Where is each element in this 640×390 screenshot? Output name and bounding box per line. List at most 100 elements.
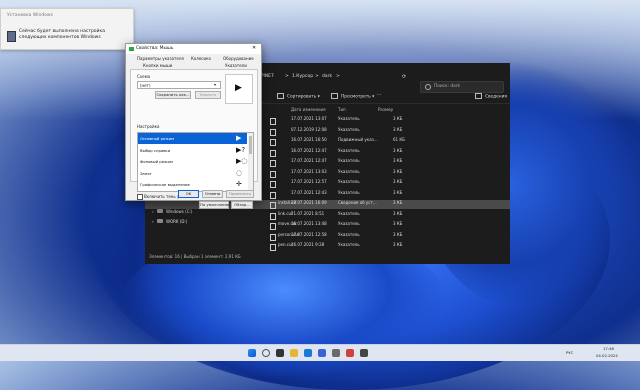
store-icon[interactable] bbox=[318, 349, 326, 357]
file-date: 21.07.2021 8:51 bbox=[291, 210, 325, 216]
file-type: Указатель bbox=[338, 231, 360, 237]
file-type: Указатель bbox=[338, 189, 360, 195]
column-type[interactable]: Тип bbox=[338, 107, 346, 112]
file-size: 3 КБ bbox=[393, 179, 403, 184]
scheme-label: Схема bbox=[137, 74, 151, 79]
file-row[interactable]: person.cur 17.07.2021 12:58 Указатель 3 КБ bbox=[145, 232, 510, 241]
details-icon bbox=[475, 93, 482, 99]
pointer-list[interactable]: Основной режим ▶ Выбор справки ▶? Фоновый ре… bbox=[137, 132, 254, 192]
cursor-preview-icon: ◌ bbox=[236, 168, 243, 177]
breadcrumb-item[interactable]: dark bbox=[322, 74, 332, 79]
language-indicator[interactable]: РУС bbox=[566, 350, 573, 355]
file-icon bbox=[270, 149, 276, 157]
cursor-preview-icon: ▶? bbox=[236, 145, 246, 154]
file-type: Указатель bbox=[338, 242, 360, 247]
file-date: 07.12.2019 12:08 bbox=[291, 126, 327, 132]
column-size[interactable]: Размер bbox=[378, 107, 393, 112]
file-row[interactable]: pen.cur 16.07.2021 9:28 Указатель 3 КБ bbox=[145, 242, 510, 251]
file-date: 16.07.2021 16:50 bbox=[291, 137, 327, 142]
view-icon bbox=[331, 93, 338, 99]
sort-icon bbox=[277, 93, 284, 99]
search-icon[interactable] bbox=[262, 349, 270, 357]
scrollbar-thumb[interactable] bbox=[249, 136, 252, 154]
file-size: 3 КБ bbox=[393, 158, 403, 163]
cursor-preview-icon: ▶ bbox=[236, 134, 242, 142]
view-button[interactable]: Просмотреть ▾ bbox=[331, 93, 374, 100]
settings-label: Настройка bbox=[137, 124, 160, 129]
mouse-icon bbox=[129, 47, 134, 51]
pointer-list-item[interactable]: Основной режим ▶ bbox=[138, 133, 247, 144]
file-size: 3 КБ bbox=[393, 168, 403, 174]
file-icon bbox=[270, 223, 276, 230]
notification-title: Установка Windows bbox=[7, 13, 53, 18]
save-as-button[interactable]: Сохранить как... bbox=[155, 91, 191, 99]
sort-button[interactable]: Сортировать ▾ bbox=[277, 93, 320, 100]
file-date: 17.07.2021 13:07 bbox=[291, 116, 327, 121]
scheme-select[interactable]: (нет) ▾ bbox=[137, 81, 221, 89]
pointer-preview: ▶ bbox=[225, 74, 253, 104]
breadcrumb-separator: > bbox=[315, 74, 319, 79]
pointer-role-label: Фоновый режим bbox=[140, 159, 173, 164]
app-icon[interactable] bbox=[360, 349, 368, 357]
file-date: 17.07.2021 13:03 bbox=[291, 168, 327, 174]
start-icon[interactable] bbox=[248, 349, 256, 357]
dialog-titlebar: Свойства: Мышь ✕ bbox=[126, 44, 261, 54]
file-icon bbox=[270, 212, 276, 220]
more-options-icon[interactable]: ··· bbox=[377, 93, 381, 98]
setup-notification: Установка Windows Сейчас будет выполнена… bbox=[0, 8, 134, 50]
cancel-button[interactable]: Отмена bbox=[202, 190, 223, 198]
browse-button[interactable]: Обзор... bbox=[231, 201, 253, 209]
file-date: 16.07.2021 9:28 bbox=[291, 242, 325, 247]
apply-button[interactable]: Применить bbox=[226, 190, 254, 198]
file-icon bbox=[270, 118, 276, 125]
details-pane-button[interactable]: Сведения bbox=[475, 93, 507, 100]
pointer-list-item[interactable]: Занят ◌ bbox=[138, 168, 247, 179]
settings-icon[interactable] bbox=[332, 349, 340, 357]
file-type: Указатель bbox=[338, 210, 360, 216]
file-date: 17.07.2021 12:57 bbox=[291, 179, 327, 184]
delete-button[interactable]: Удалить bbox=[195, 91, 221, 99]
breadcrumb-item[interactable]: 1.Курсор bbox=[292, 74, 313, 79]
tab-pointers[interactable]: Указатели bbox=[225, 63, 247, 68]
file-type: Указатель bbox=[338, 168, 360, 174]
file-size: 3 КБ bbox=[393, 231, 403, 237]
shadow-checkbox[interactable] bbox=[137, 194, 143, 200]
app-icon[interactable] bbox=[346, 349, 354, 357]
tab-wheel[interactable]: Колесико bbox=[191, 56, 211, 61]
file-explorer-icon[interactable] bbox=[290, 349, 298, 357]
pointer-role-label: Основной режим bbox=[140, 136, 175, 141]
file-icon bbox=[270, 170, 276, 178]
task-view-icon[interactable] bbox=[276, 349, 284, 357]
pointer-role-label: Занят bbox=[140, 170, 152, 176]
file-type: Подвижный указ... bbox=[338, 137, 378, 142]
pointers-tab-panel: Схема (нет) ▾ Сохранить как... Удалить ▶ … bbox=[130, 69, 258, 209]
pointer-list-item[interactable]: Графическое выделение ✛ bbox=[138, 179, 247, 190]
file-size: 3 КБ bbox=[393, 147, 403, 153]
ok-button[interactable]: OK bbox=[178, 190, 199, 198]
cursor-preview-icon: ▶◌ bbox=[236, 157, 248, 165]
refresh-icon[interactable]: ⟳ bbox=[402, 74, 406, 80]
tab-buttons[interactable]: Кнопки мыши bbox=[143, 63, 172, 68]
clock-time[interactable]: 17:46 bbox=[603, 346, 614, 351]
status-bar: Элементов: 16 | Выбран 1 элемент: 2,91 К… bbox=[149, 254, 241, 259]
file-row[interactable]: link.cur 21.07.2021 8:51 Указатель 3 КБ bbox=[145, 211, 510, 220]
default-button[interactable]: По умолчанию bbox=[199, 201, 229, 209]
pointer-list-item[interactable]: Фоновый режим ▶◌ bbox=[138, 156, 248, 167]
file-date: 16.07.2021 13:48 bbox=[291, 221, 327, 226]
file-type: Указатель bbox=[338, 116, 360, 121]
pointer-list-item[interactable]: Выбор справки ▶? bbox=[138, 145, 247, 156]
breadcrumb-separator: > bbox=[336, 74, 340, 79]
clock-date[interactable]: 04.02.2024 bbox=[596, 353, 618, 358]
file-size: 3 КБ bbox=[393, 210, 403, 216]
mouse-properties-dialog: Свойства: Мышь ✕ Параметры указателя Кол… bbox=[125, 43, 262, 209]
close-icon[interactable]: ✕ bbox=[252, 45, 256, 51]
list-scrollbar[interactable] bbox=[248, 133, 253, 191]
column-date[interactable]: Дата изменения bbox=[291, 107, 326, 112]
file-size: 3 КБ bbox=[393, 221, 403, 226]
file-row[interactable]: move.cur 16.07.2021 13:48 Указатель 3 КБ bbox=[145, 221, 510, 230]
tab-hardware[interactable]: Оборудование bbox=[223, 56, 254, 61]
file-type: Указатель bbox=[338, 158, 360, 163]
edge-icon[interactable] bbox=[304, 349, 312, 357]
tab-pointer-options[interactable]: Параметры указателя bbox=[137, 56, 184, 61]
file-type: Сведения об уст... bbox=[338, 200, 377, 205]
